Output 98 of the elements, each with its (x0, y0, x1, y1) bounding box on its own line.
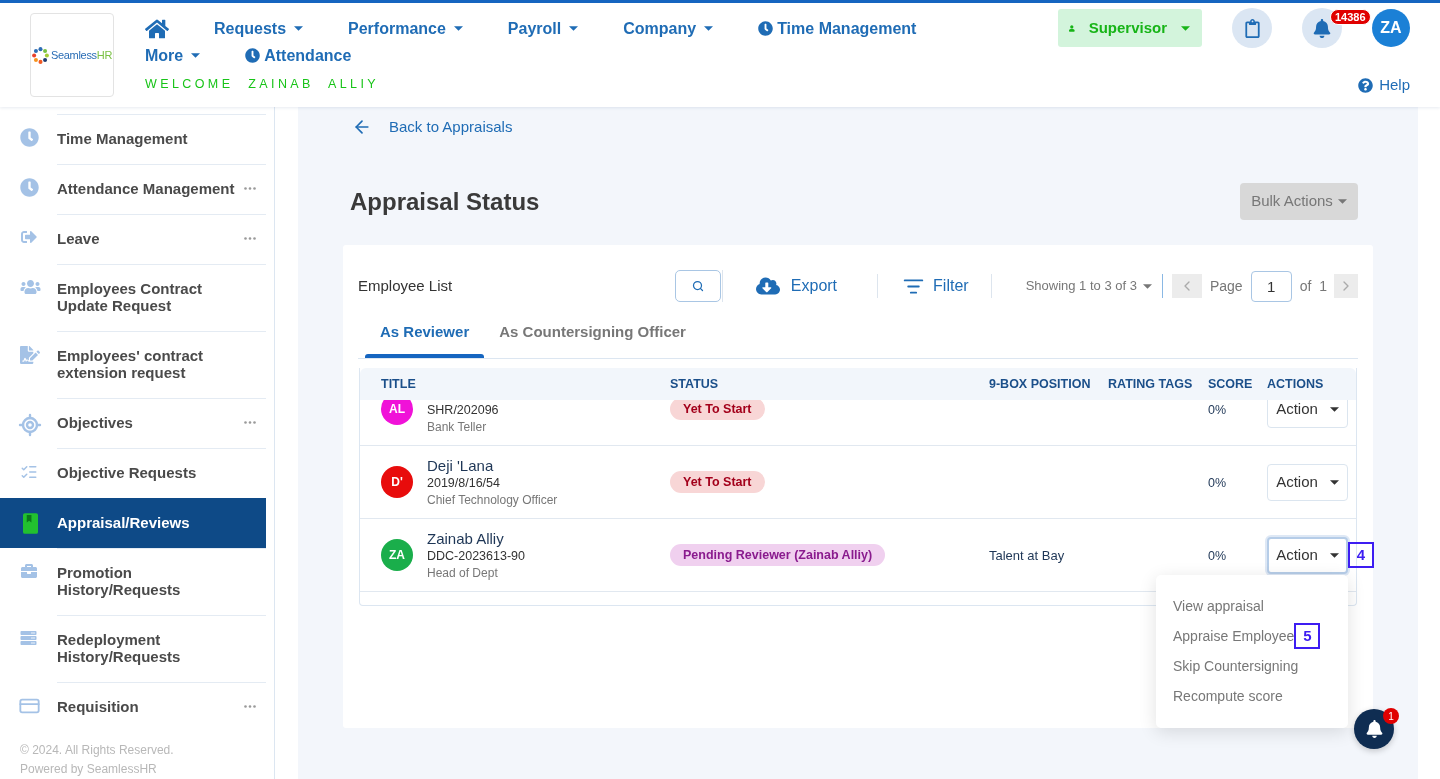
welcome-text: WELCOME ZAINAB ALLIY (145, 76, 381, 92)
nav-menu[interactable]: Company (623, 18, 714, 39)
page-input[interactable]: 1 (1250, 270, 1292, 302)
clipboard-icon (1244, 18, 1260, 38)
employee-name: Zainab Alliy (427, 529, 505, 548)
bell-icon (1313, 18, 1331, 38)
employee-job-title: Chief Technology Officer (427, 491, 558, 508)
caret-icon (1142, 283, 1152, 289)
status-pill: Yet To Start (670, 400, 765, 420)
caret-icon (1337, 199, 1347, 204)
nav-menu[interactable]: Performance (348, 18, 463, 39)
logo-icon (31, 46, 49, 64)
footer-text: Powered by SeamlessHR (20, 761, 158, 778)
page-title: Appraisal Status (350, 186, 540, 217)
panel-heading: Employee List (358, 275, 453, 296)
menu-item[interactable]: Skip Countersigning (1173, 651, 1299, 681)
clock-icon (245, 48, 261, 63)
column-header: RATING TAGS (1108, 375, 1194, 393)
column-header: SCORE (1208, 375, 1254, 393)
clock-icon (20, 128, 39, 147)
export-button[interactable]: Export (755, 274, 838, 298)
nav-link[interactable]: Time Management (758, 18, 917, 39)
server-icon (20, 630, 37, 646)
home-icon[interactable] (145, 17, 169, 40)
menu-item[interactable]: Recompute score (1173, 681, 1283, 711)
caret-icon (1329, 406, 1339, 412)
caret-icon (1181, 25, 1190, 31)
action-dropdown[interactable]: Action (1267, 463, 1348, 501)
checklist-icon (20, 463, 38, 481)
employee-avatar: AL (381, 400, 413, 425)
menu-item[interactable]: View appraisal (1173, 591, 1264, 621)
nav-link[interactable]: Attendance (245, 45, 352, 66)
column-header: TITLE (381, 375, 417, 393)
caret-icon (453, 26, 463, 31)
employee-id: SHR/202096 (427, 401, 499, 419)
status-pill: Pending Reviewer (Zainab Alliy) (670, 544, 886, 566)
clock-icon (758, 21, 774, 36)
caret-icon (704, 26, 714, 31)
users-icon (20, 279, 41, 295)
target-icon (18, 413, 42, 437)
employee-id: DDC-2023613-90 (427, 547, 525, 565)
search-button[interactable] (674, 270, 721, 302)
column-header: ACTIONS (1267, 375, 1325, 393)
score-value: 0% (1208, 476, 1227, 490)
annotation-number: 5 (1294, 623, 1321, 649)
more-icon[interactable] (244, 705, 256, 708)
exit-icon (20, 229, 38, 245)
employee-id: 2019/8/16/54 (427, 474, 501, 492)
book-icon (23, 513, 38, 534)
employee-job-title: Head of Dept (427, 564, 499, 581)
employee-avatar: D' (381, 466, 413, 498)
caret-icon (1329, 479, 1339, 485)
clock-icon (20, 178, 39, 197)
action-dropdown[interactable]: Action (1267, 400, 1348, 428)
back-link[interactable]: Back to Appraisals (352, 117, 513, 137)
action-dropdown[interactable]: Action (1267, 536, 1348, 574)
employee-job-title: Bank Teller (427, 418, 488, 435)
logo-wordmark: SeamlessHR (50, 48, 113, 62)
employee-name: Deji 'Lana (427, 456, 495, 475)
tab[interactable]: As Countersigning Officer (484, 310, 701, 358)
nav-menu[interactable]: Requests (214, 18, 304, 39)
search-icon (691, 280, 704, 292)
cloud-download-icon (755, 276, 780, 296)
user-avatar[interactable]: ZA (1372, 9, 1410, 47)
sidebar-item[interactable]: Appraisal/Reviews (0, 498, 266, 548)
nav-menu[interactable]: More (145, 45, 201, 66)
filter-button[interactable]: Filter (903, 274, 969, 298)
caret-icon (1329, 552, 1339, 558)
nav-menu[interactable]: Payroll (507, 18, 579, 39)
footer-text: © 2024. All Rights Reserved. (20, 742, 175, 759)
bell-icon (1365, 720, 1383, 738)
page-size-dropdown[interactable]: Showing 1 to 3 of 3 (1025, 276, 1152, 296)
caret-icon (569, 26, 579, 31)
column-header: 9-BOX POSITION (989, 375, 1092, 393)
briefcase-icon (20, 563, 38, 579)
previous-page-button[interactable] (1171, 274, 1202, 298)
column-header: STATUS (670, 375, 720, 393)
nine-box-position: Talent at Bay (989, 548, 1065, 563)
score-value: 0% (1208, 403, 1227, 417)
page-total: of 1 (1299, 276, 1327, 296)
score-value: 0% (1208, 549, 1227, 563)
help-link[interactable]: Help (1358, 75, 1410, 95)
menu-item[interactable]: Appraise Employee (1173, 621, 1295, 651)
status-pill: Yet To Start (670, 471, 765, 493)
annotation-number: 4 (1348, 542, 1374, 568)
bulk-actions-button[interactable]: Bulk Actions (1240, 183, 1358, 220)
clipboard-button[interactable] (1232, 8, 1272, 48)
employee-avatar: ZA (381, 539, 413, 571)
help-icon (1358, 77, 1374, 93)
more-icon[interactable] (244, 237, 256, 240)
notification-count-badge: 14386 (1330, 9, 1371, 25)
caret-icon (294, 26, 304, 31)
page-label: Page (1209, 276, 1243, 296)
document-signature-icon (20, 346, 40, 364)
more-icon[interactable] (244, 421, 256, 424)
tab[interactable]: As Reviewer (365, 310, 485, 358)
more-icon[interactable] (244, 187, 256, 190)
caret-icon (191, 53, 201, 58)
